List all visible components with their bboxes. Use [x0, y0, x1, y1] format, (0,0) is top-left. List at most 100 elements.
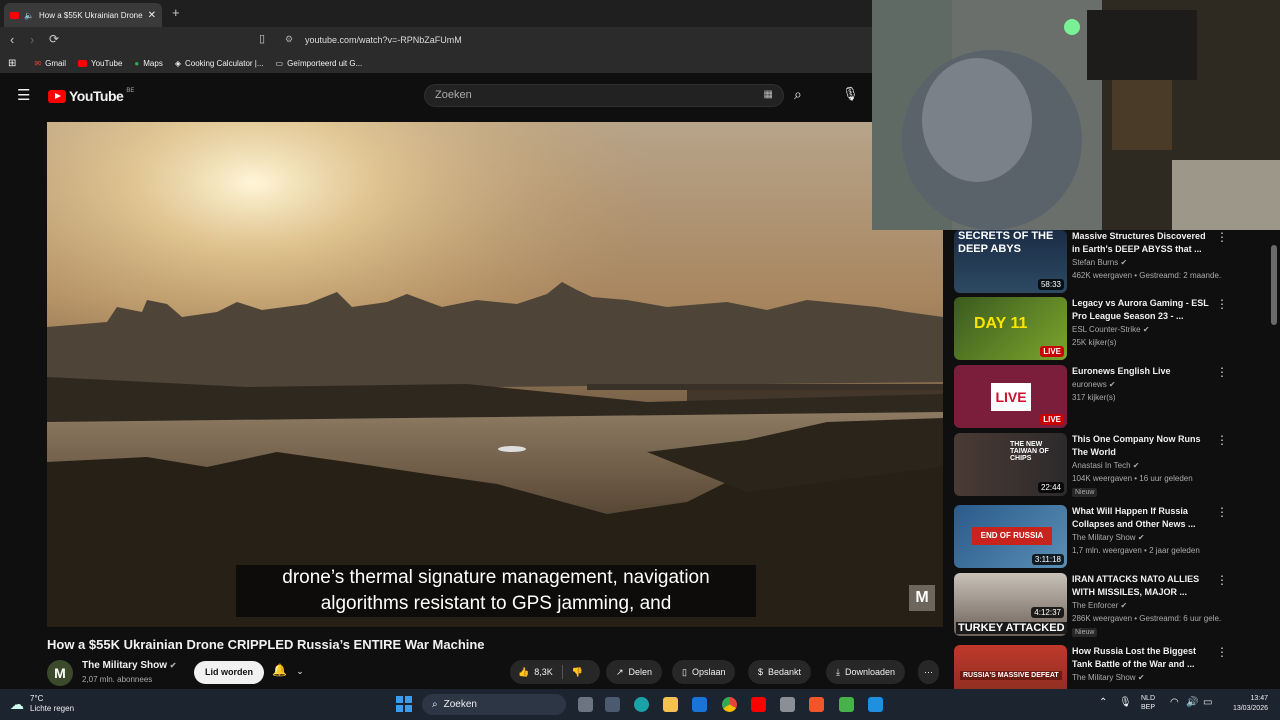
video-player[interactable] — [47, 122, 943, 627]
bookmark-maps[interactable]: ● Maps — [134, 59, 162, 68]
recommendation-item[interactable]: RUSSIA'S MASSIVE DEFEAT How Russia Lost … — [954, 645, 1274, 689]
bookmark-youtube[interactable]: YouTube — [77, 59, 122, 68]
app-icon[interactable] — [839, 697, 854, 712]
thumbnail-text: TURKEY ATTACKED — [956, 622, 1067, 634]
search-icon[interactable]: ⌕ — [794, 86, 802, 103]
wifi-icon[interactable]: ◠ — [1170, 697, 1179, 708]
weather-widget[interactable]: ☁ 7°C Lichte regen — [10, 694, 74, 714]
thanks-icon: $ — [758, 667, 764, 677]
recommendation-item[interactable]: DAY 11 LIVE Legacy vs Aurora Gaming - ES… — [954, 297, 1274, 363]
bookmark-gmail[interactable]: ✉ Gmail — [34, 59, 66, 68]
clock[interactable]: 13:47 13/03/2026 — [1220, 694, 1268, 714]
apps-icon[interactable]: ⊞ — [8, 58, 16, 69]
keyboard-icon[interactable]: ▦ — [764, 89, 773, 100]
menu-icon[interactable]: ☰ — [17, 86, 30, 104]
recommendation-item[interactable]: SECRETS OF THE DEEP ABYS 58:33 Massive S… — [954, 230, 1274, 296]
save-button[interactable]: ▯ Opslaan — [672, 660, 736, 684]
language-indicator[interactable]: NLD BEP — [1141, 694, 1155, 712]
scrollbar-thumb[interactable] — [1271, 245, 1277, 325]
channel-name[interactable]: The Military Show ✔ — [82, 660, 177, 671]
show-hidden-icons-chevron-icon[interactable]: ⌃ — [1099, 697, 1107, 708]
region-code: BE — [126, 88, 135, 94]
save-icon: ▯ — [682, 666, 687, 677]
recommendation-channel[interactable]: Anastasi In Tech ✔ — [1072, 461, 1140, 470]
folder-icon: ▭ — [275, 58, 284, 68]
channel-watermark[interactable]: M — [909, 585, 935, 611]
file-explorer-icon[interactable] — [663, 697, 678, 712]
more-options-icon[interactable]: ⋮ — [1216, 505, 1228, 519]
taskbar-search-label: Zoeken — [443, 699, 477, 710]
start-button[interactable] — [396, 696, 412, 712]
bookmark-imported-folder[interactable]: ▭ Geïmporteerd uit G... — [276, 59, 363, 68]
recommendation-channel[interactable]: The Military Show ✔ — [1072, 533, 1145, 542]
new-tab-icon[interactable]: + — [172, 5, 180, 20]
more-actions-button[interactable]: ⋯ — [918, 660, 939, 684]
bookmark-icon[interactable]: ▯ — [259, 32, 265, 45]
browser-tab[interactable]: 🔈 How a $55K Ukrainian Drone ✕ — [4, 3, 162, 27]
volume-icon[interactable]: 🔊 — [1186, 697, 1198, 708]
download-button[interactable]: ⤓ Downloaden — [826, 660, 906, 684]
recommendation-item[interactable]: TURKEY ATTACKED 4:12:37 IRAN ATTACKS NAT… — [954, 573, 1274, 639]
recommendation-item[interactable]: END OF RUSSIA 3:11:18 What Will Happen I… — [954, 505, 1274, 571]
recommendation-channel[interactable]: Stefan Burns ✔ — [1072, 258, 1127, 267]
close-tab-icon[interactable]: ✕ — [148, 10, 156, 21]
chrome-icon[interactable] — [722, 697, 737, 712]
video-thumbnail[interactable]: SECRETS OF THE DEEP ABYS 58:33 — [954, 230, 1067, 293]
dislike-button[interactable]: 👎 — [572, 667, 583, 678]
thanks-button[interactable]: $ Bedankt — [748, 660, 812, 684]
bookmark-cooking-calculator[interactable]: ◈ Cooking Calculator |... — [175, 59, 264, 68]
video-thumbnail[interactable]: TURKEY ATTACKED 4:12:37 — [954, 573, 1067, 636]
recommendation-title: IRAN ATTACKS NATO ALLIES WITH MISSILES, … — [1072, 574, 1200, 597]
video-thumbnail[interactable]: LIVE LIVE — [954, 365, 1067, 428]
back-icon[interactable]: ‹ — [10, 32, 14, 47]
recommendation-item[interactable]: LIVE LIVE Euronews English Live euronews… — [954, 365, 1274, 431]
more-options-icon[interactable]: ⋮ — [1216, 297, 1228, 311]
settings-app-icon[interactable] — [868, 697, 883, 712]
more-options-icon[interactable]: ⋮ — [1216, 365, 1228, 379]
url-bar[interactable]: youtube.com/watch?v=-RPNbZaFUmM — [305, 35, 462, 45]
calculator-app-icon[interactable] — [780, 697, 795, 712]
battery-icon[interactable]: ▭ — [1203, 697, 1212, 708]
video-thumbnail[interactable]: RUSSIA'S MASSIVE DEFEAT — [954, 645, 1067, 689]
store-icon[interactable] — [605, 697, 620, 712]
youtube-app-icon[interactable] — [751, 697, 766, 712]
outlook-icon[interactable] — [692, 697, 707, 712]
more-options-icon[interactable]: ⋮ — [1216, 573, 1228, 587]
forward-icon[interactable]: › — [30, 32, 34, 47]
microphone-icon[interactable]: 🎙 — [842, 86, 859, 102]
more-options-icon[interactable]: ⋮ — [1216, 230, 1228, 244]
audio-icon: 🔈 — [24, 10, 34, 20]
taskbar-search[interactable]: ⌕ Zoeken — [422, 694, 566, 715]
site-info-icon[interactable]: ⚙ — [285, 34, 293, 45]
video-thumbnail[interactable]: THE NEW TAIWAN OF CHIPS 22:44 — [954, 433, 1067, 496]
like-button[interactable]: 👍 8,3K — [518, 667, 553, 678]
video-thumbnail[interactable]: END OF RUSSIA 3:11:18 — [954, 505, 1067, 568]
youtube-logo[interactable]: YouTube BE — [48, 88, 134, 104]
like-dislike-group: 👍 8,3K 👎 — [510, 660, 600, 684]
browser-toolbar: ‹ › ⟳ ▯ ⚙ youtube.com/watch?v=-RPNbZaFUm… — [0, 27, 872, 53]
reload-icon[interactable]: ⟳ — [49, 32, 59, 46]
share-button[interactable]: ↗ Delen — [606, 660, 663, 684]
task-view-icon[interactable] — [578, 697, 593, 712]
join-button[interactable]: Lid worden — [194, 661, 264, 684]
recommendation-channel[interactable]: The Enforcer ✔ — [1072, 601, 1127, 610]
recommendation-channel[interactable]: euronews ✔ — [1072, 380, 1116, 389]
caption-line-2: algorithms resistant to GPS jamming, and — [320, 593, 672, 614]
notification-bell-button[interactable]: 🔔 ⌄ — [272, 663, 304, 677]
channel-avatar[interactable]: M — [47, 660, 73, 686]
more-options-icon[interactable]: ⋮ — [1216, 645, 1228, 659]
recommendation-channel[interactable]: The Military Show ✔ — [1072, 673, 1145, 682]
brave-icon[interactable] — [809, 697, 824, 712]
like-count: 8,3K — [534, 667, 553, 677]
scrollbar[interactable] — [1271, 230, 1277, 689]
recommendation-channel[interactable]: ESL Counter-Strike ✔ — [1072, 325, 1150, 334]
search-input[interactable]: Zoeken ▦ — [424, 84, 784, 107]
subscriber-count: 2,07 mln. abonnees — [82, 675, 153, 684]
microphone-tray-icon[interactable]: 🎙 — [1119, 697, 1132, 708]
recommendation-item[interactable]: THE NEW TAIWAN OF CHIPS 22:44 This One C… — [954, 433, 1274, 499]
video-thumbnail[interactable]: DAY 11 LIVE — [954, 297, 1067, 360]
more-options-icon[interactable]: ⋮ — [1216, 433, 1228, 447]
caption-line-1: drone’s thermal signature management, na… — [282, 567, 710, 588]
edge-icon[interactable] — [634, 697, 649, 712]
gmail-icon: ✉ — [34, 58, 42, 68]
